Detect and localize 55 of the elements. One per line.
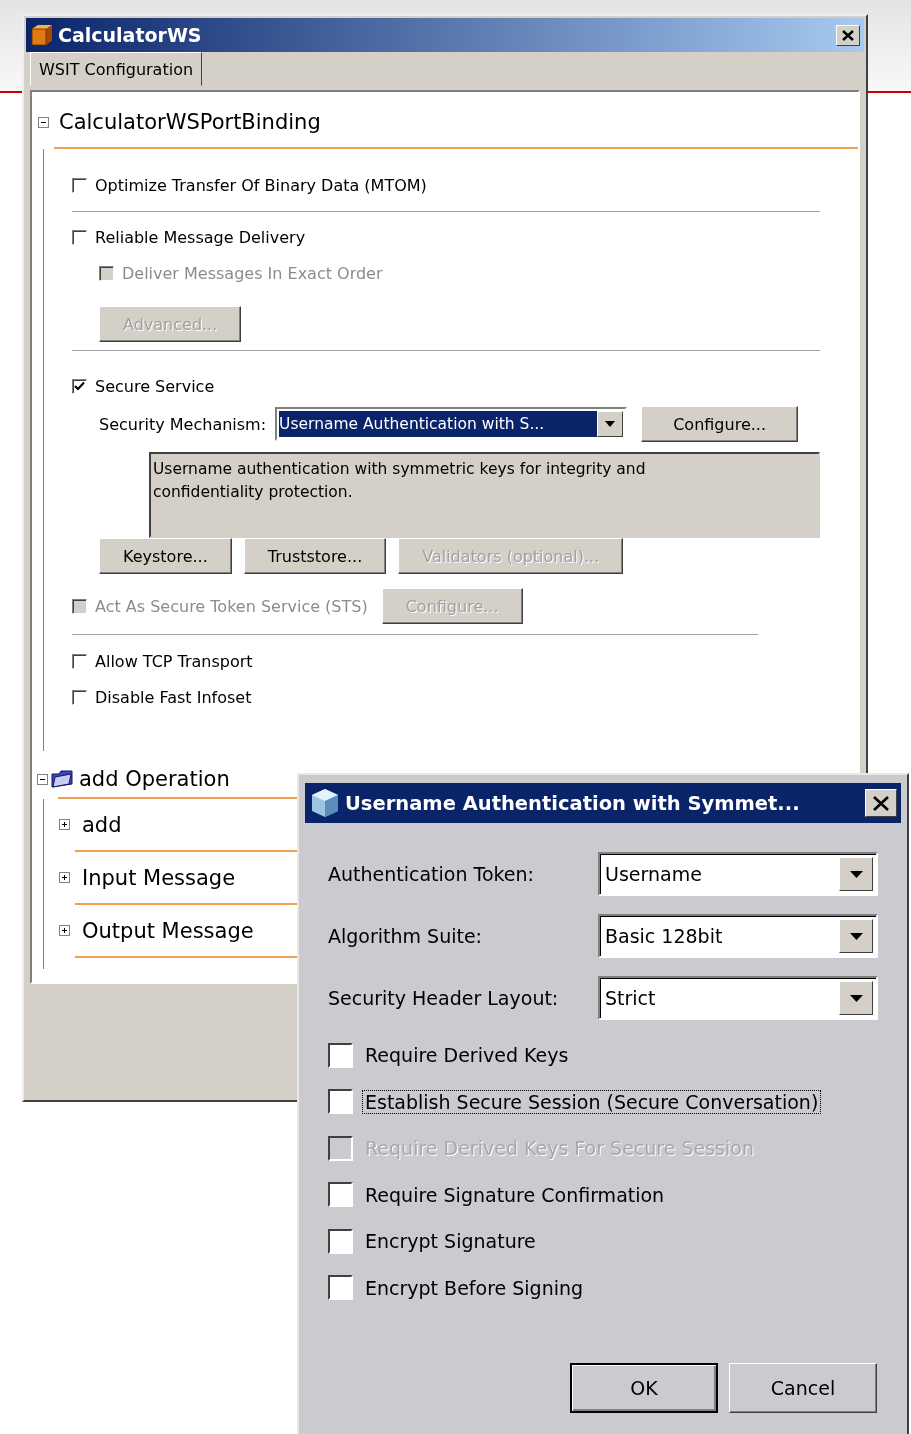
checkbox-label: Act As Secure Token Service (STS) bbox=[95, 596, 368, 616]
tree-node-label[interactable]: add bbox=[82, 812, 122, 837]
checkbox-label: Require Signature Confirmation bbox=[364, 1183, 666, 1206]
field-label: Authentication Token: bbox=[328, 863, 535, 885]
description-text: Username authentication with symmetric keys for integrity and confidentiality protection. bbox=[149, 452, 820, 538]
collapse-icon[interactable] bbox=[37, 773, 48, 785]
field-label: Algorithm Suite: bbox=[328, 925, 483, 947]
checkbox[interactable] bbox=[328, 1275, 353, 1301]
button[interactable]: Keystore... bbox=[99, 538, 232, 574]
checkbox-label: Encrypt Signature bbox=[364, 1230, 537, 1253]
dropdown-arrow-icon bbox=[605, 421, 616, 427]
dropdown-arrow-icon bbox=[849, 994, 863, 1002]
expand-icon[interactable] bbox=[59, 925, 70, 936]
dropdown[interactable]: Username bbox=[598, 852, 878, 896]
field-label: Security Header Layout: bbox=[328, 987, 560, 1009]
checkbox[interactable] bbox=[328, 1228, 353, 1254]
checkbox-label: Reliable Message Delivery bbox=[95, 227, 306, 247]
field-label: Security Mechanism: bbox=[98, 414, 267, 434]
checkbox-label: Require Derived Keys bbox=[364, 1044, 570, 1067]
window-title: CalculatorWS bbox=[58, 24, 203, 46]
checkbox[interactable] bbox=[328, 1182, 353, 1208]
dialog-title: Username Authentication with Symmet... bbox=[345, 791, 801, 815]
button[interactable]: Truststore... bbox=[243, 538, 387, 574]
dropdown[interactable]: Username Authentication with S... bbox=[275, 407, 628, 441]
tree-node-label[interactable]: add Operation bbox=[79, 767, 230, 791]
tab[interactable]: WSIT Configuration bbox=[30, 52, 203, 86]
dropdown[interactable]: Basic 128bit bbox=[598, 914, 878, 958]
checkbox-label: Allow TCP Transport bbox=[95, 651, 253, 671]
tree-node-label[interactable]: Output Message bbox=[82, 918, 254, 943]
button[interactable]: Cancel bbox=[729, 1363, 877, 1413]
expand-icon[interactable] bbox=[59, 872, 70, 883]
checkbox-label: Establish Secure Session (Secure Conversation) bbox=[363, 1090, 821, 1113]
checkbox-label: Secure Service bbox=[95, 376, 215, 396]
close-icon bbox=[842, 29, 854, 41]
dropdown-arrow-icon bbox=[849, 870, 863, 878]
close-icon bbox=[873, 795, 889, 811]
checkbox-label: Encrypt Before Signing bbox=[364, 1276, 585, 1299]
button[interactable]: Configure... bbox=[641, 406, 799, 442]
tree-node-label[interactable]: CalculatorWSPortBinding bbox=[59, 110, 321, 134]
close-button[interactable] bbox=[836, 24, 860, 46]
folder-icon bbox=[51, 770, 73, 788]
checkbox-label: Disable Fast Infoset bbox=[95, 687, 252, 707]
dropdown[interactable]: Strict bbox=[598, 976, 878, 1020]
checkbox[interactable] bbox=[328, 1042, 353, 1068]
button[interactable]: OK bbox=[570, 1363, 718, 1413]
collapse-icon[interactable] bbox=[38, 116, 49, 128]
tree-node-label[interactable]: Input Message bbox=[82, 865, 236, 890]
dropdown-arrow-icon bbox=[849, 932, 863, 940]
checkbox[interactable] bbox=[328, 1089, 353, 1115]
expand-icon[interactable] bbox=[59, 819, 70, 830]
close-button[interactable] bbox=[865, 789, 897, 817]
cube-icon bbox=[30, 24, 54, 46]
checkbox-label: Deliver Messages In Exact Order bbox=[122, 263, 383, 283]
cube-icon bbox=[311, 788, 339, 818]
checkbox-label: Optimize Transfer Of Binary Data (MTOM) bbox=[95, 175, 427, 195]
